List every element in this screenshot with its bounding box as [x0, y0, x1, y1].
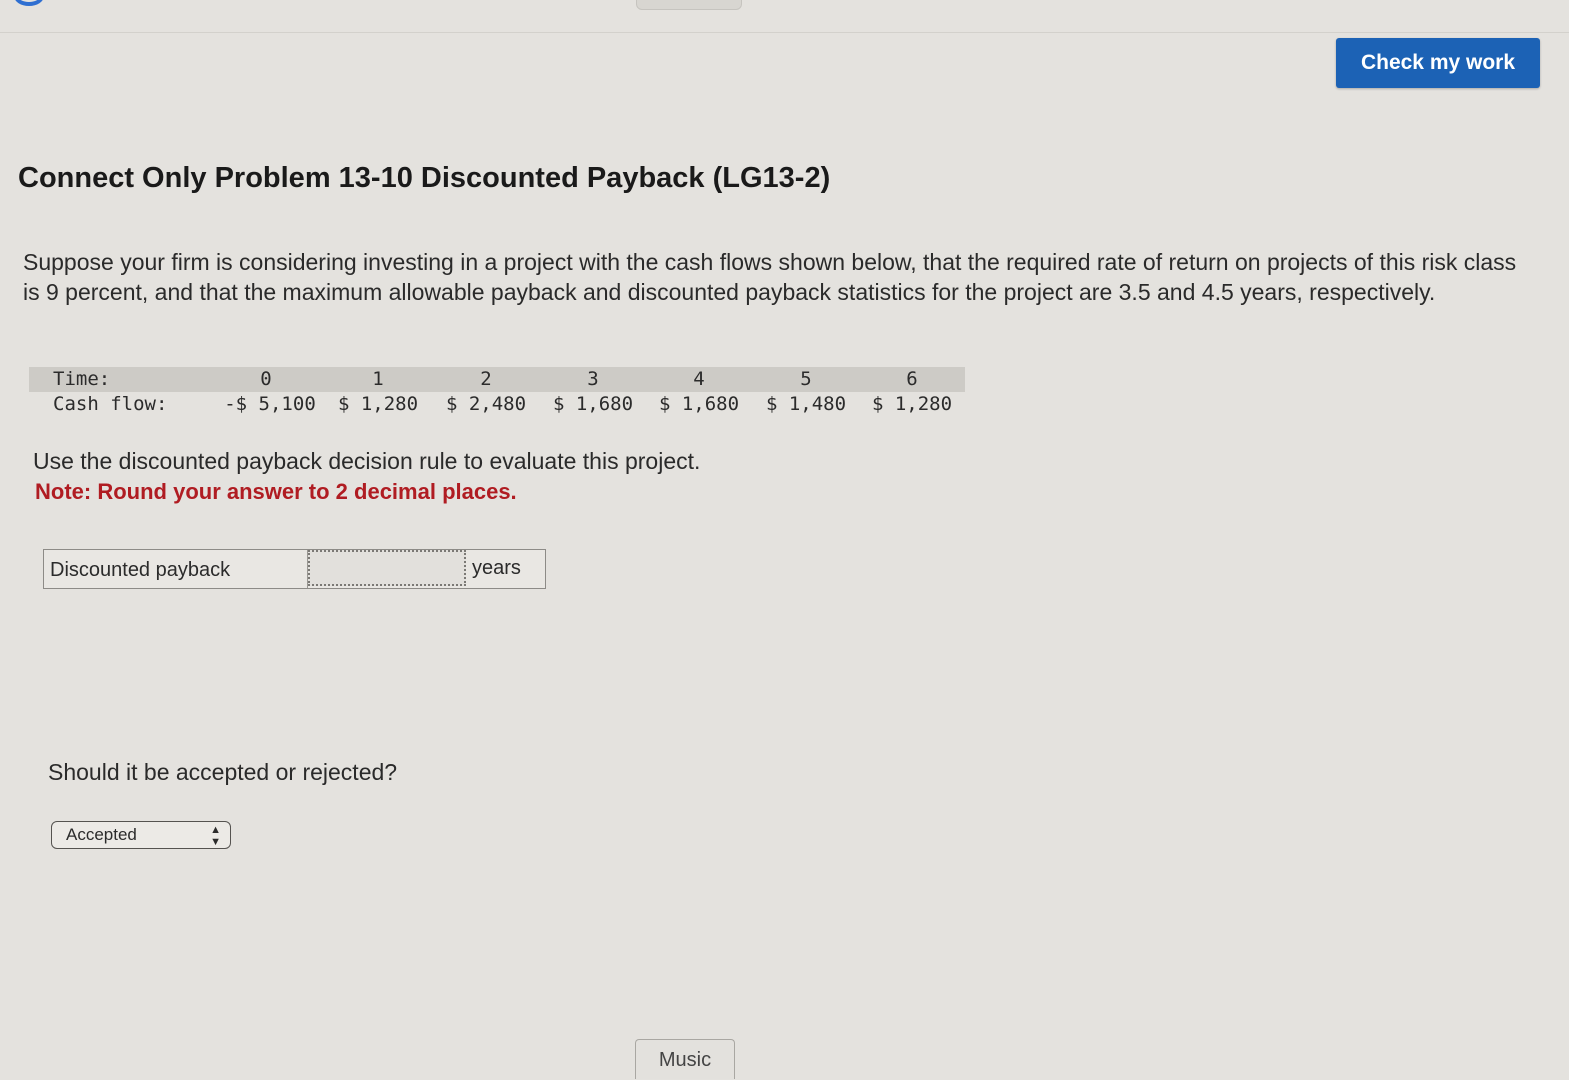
cash-flow-cell: $ 1,680 [552, 393, 634, 415]
time-cell: 6 [906, 368, 918, 390]
time-cell: 5 [800, 368, 812, 390]
top-tab-handle[interactable] [636, 0, 742, 10]
app-logo-icon [14, 0, 44, 6]
rounding-note: Note: Round your answer to 2 decimal pla… [35, 479, 517, 504]
time-cell: 4 [693, 368, 705, 390]
time-row: Time: 0 1 2 3 4 5 6 [29, 367, 965, 392]
time-cell: 0 [260, 368, 272, 390]
problem-title: Connect Only Problem 13-10 Discounted Pa… [18, 162, 831, 194]
cash-flow-cell: $ 1,680 [658, 393, 740, 415]
time-cell: 1 [372, 368, 384, 390]
cash-flow-cell: $ 1,280 [871, 393, 953, 415]
cash-flow-cell: $ 1,480 [765, 393, 847, 415]
accept-reject-select[interactable]: Accepted ▲ ▼ [51, 821, 231, 849]
instruction-text: Use the discounted payback decision rule… [33, 448, 701, 474]
time-cell: 3 [587, 368, 599, 390]
music-tab[interactable]: Music [635, 1039, 735, 1079]
cash-flow-cell: $ 2,480 [445, 393, 527, 415]
time-label: Time: [53, 368, 111, 390]
discounted-payback-label: Discounted payback [44, 550, 308, 588]
cash-flow-cell: $ 1,280 [337, 393, 419, 415]
cash-flow-table: Time: 0 1 2 3 4 5 6 Cash flow: -$ 5,100 … [29, 367, 965, 417]
accept-reject-selected-value: Accepted [66, 825, 137, 844]
accept-reject-question: Should it be accepted or rejected? [48, 759, 398, 785]
cash-flow-label: Cash flow: [53, 393, 168, 415]
cash-flow-cell: -$ 5,100 [224, 393, 316, 415]
discounted-payback-input[interactable] [308, 550, 466, 586]
time-cell: 2 [480, 368, 492, 390]
years-unit-label: years [472, 557, 521, 579]
header-divider [0, 32, 1569, 33]
problem-description: Suppose your firm is considering investi… [23, 249, 1517, 305]
up-down-arrows-icon: ▲ ▼ [210, 824, 221, 848]
discounted-payback-answer-row: Discounted payback years [43, 549, 546, 589]
check-my-work-button[interactable]: Check my work [1336, 38, 1540, 88]
cash-flow-row: Cash flow: -$ 5,100 $ 1,280 $ 2,480 $ 1,… [29, 392, 965, 417]
